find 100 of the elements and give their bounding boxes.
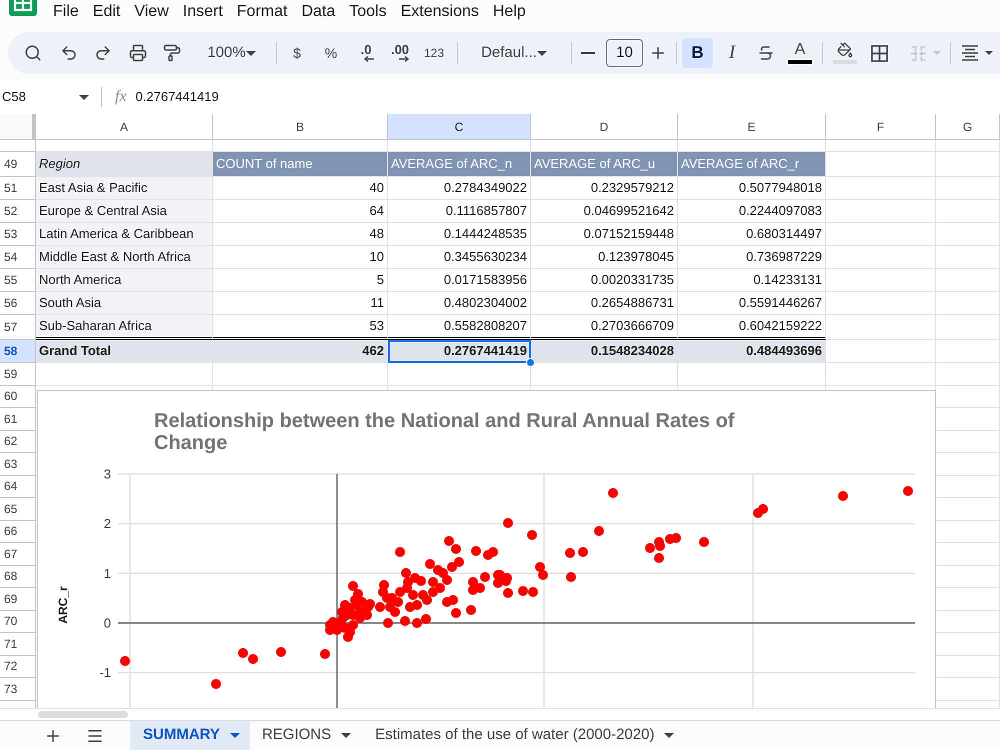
axis-tick-label: 1 [104, 566, 111, 581]
text-color-button[interactable]: A [783, 38, 817, 68]
row-number[interactable]: 71 [0, 633, 36, 656]
table-cell: 0.2244097083 [678, 200, 826, 223]
row-number[interactable]: 69 [0, 588, 36, 610]
number-format-button[interactable]: 123 [417, 38, 451, 68]
font-dropdown[interactable]: Defaul... [462, 38, 562, 68]
name-box[interactable]: C58 [0, 84, 96, 110]
currency-format-button[interactable]: $ [280, 38, 314, 68]
redo-icon [94, 44, 112, 62]
row-number[interactable]: 61 [0, 408, 36, 430]
search-icon [24, 44, 42, 62]
spreadsheet-logo-icon[interactable] [9, 0, 37, 16]
table-cell: 0.2654886731 [531, 292, 678, 315]
table-cell: 0.484493696 [678, 340, 826, 363]
row-number[interactable]: 68 [0, 566, 36, 588]
column-header[interactable]: D [531, 114, 678, 140]
table-header-cell: AVERAGE of ARC_r [678, 152, 826, 177]
empty-cell [936, 200, 1000, 223]
menu-item[interactable]: Tools [342, 2, 394, 22]
row-number[interactable]: 67 [0, 543, 36, 566]
row-number[interactable]: 54 [0, 246, 36, 269]
menu-item[interactable]: Edit [86, 2, 128, 22]
sheet-tab[interactable]: REGIONS [250, 721, 364, 750]
table-cell: 0.4802304002 [388, 292, 531, 315]
zoom-dropdown[interactable]: 100% [191, 38, 270, 68]
column-header[interactable]: A [36, 114, 213, 140]
row-number[interactable]: 70 [0, 610, 36, 633]
row-number[interactable]: 57 [0, 315, 36, 340]
empty-cell [936, 363, 1000, 386]
row-header-cell[interactable] [0, 140, 36, 152]
table-cell: 0.07152159448 [531, 223, 678, 246]
row-number[interactable]: 72 [0, 656, 36, 678]
column-header[interactable]: E [678, 114, 826, 140]
row-number[interactable]: 63 [0, 453, 36, 476]
empty-cell [936, 292, 1000, 315]
table-cell: 0.5591446267 [678, 292, 826, 315]
row-number[interactable]: 53 [0, 223, 36, 246]
table-cell: 10 [213, 246, 388, 269]
table-cell: Latin America & Caribbean [36, 223, 213, 246]
empty-cell [936, 140, 1000, 152]
menu-item[interactable]: File [46, 2, 86, 22]
menu-item[interactable]: View [127, 2, 176, 22]
row-number[interactable]: 60 [0, 386, 36, 408]
axis-tick-label: 3 [104, 466, 111, 482]
row-number[interactable]: 58 [0, 340, 36, 363]
sheet-tab[interactable]: Estimates of the use of water (2000-2020) [363, 721, 686, 750]
row-number[interactable]: 59 [0, 363, 36, 386]
percent-format-button[interactable]: % [314, 38, 348, 68]
table-cell: Sub-Saharan Africa [36, 315, 213, 340]
table-cell: 0.1548234028 [531, 340, 678, 363]
arrow-right-icon [399, 56, 409, 62]
empty-cell [936, 315, 1000, 340]
bold-button[interactable]: B [682, 38, 713, 68]
empty-cell [936, 177, 1000, 200]
row-number[interactable]: 65 [0, 498, 36, 520]
row-number[interactable]: 73 [0, 678, 36, 700]
empty-cell [936, 269, 1000, 292]
empty-cell [936, 152, 1000, 177]
paint-roller-icon [163, 44, 181, 62]
row-number[interactable]: 64 [0, 476, 36, 498]
column-header[interactable]: G [936, 114, 1000, 140]
row-number[interactable]: 51 [0, 177, 36, 200]
menu-item[interactable]: Data [294, 2, 342, 22]
row-number[interactable]: 49 [0, 152, 36, 177]
column-header[interactable]: C [388, 114, 531, 140]
axis-title: ARC_r [56, 586, 70, 624]
row-number[interactable]: 62 [0, 430, 36, 453]
menu-item[interactable]: Extensions [394, 2, 486, 22]
formula-input[interactable]: 0.2767441419 [136, 84, 1000, 110]
menu-item[interactable]: Help [486, 2, 533, 22]
sheet-tab[interactable]: SUMMARY [130, 721, 250, 750]
table-cell: 0.2329579212 [531, 177, 678, 200]
empty-cell [936, 246, 1000, 269]
table-cell: 0.0171583956 [388, 269, 531, 292]
chart-title: Relationship between the National and Rural Annual Rates of Change [154, 410, 736, 454]
italic-button[interactable]: I [715, 38, 749, 68]
table-cell: 0.2703666709 [531, 315, 678, 340]
align-icon [961, 45, 979, 61]
row-number[interactable]: 55 [0, 269, 36, 292]
table-header-cell: AVERAGE of ARC_u [531, 152, 678, 177]
fill-handle-icon[interactable] [526, 358, 535, 367]
caret-icon [536, 50, 547, 56]
caret-icon [664, 733, 674, 738]
borders-icon [870, 44, 888, 62]
column-header[interactable]: F [826, 114, 936, 140]
row-number[interactable]: 66 [0, 520, 36, 543]
row-number[interactable]: 56 [0, 292, 36, 315]
menu-item[interactable]: Format [230, 2, 294, 22]
menu-item[interactable]: Insert [176, 2, 230, 22]
caret-icon [79, 94, 89, 100]
row-number[interactable]: 52 [0, 200, 36, 223]
scrollbar-thumb[interactable] [38, 711, 128, 718]
color-swatch-icon [788, 60, 812, 64]
decrease-decimal-button[interactable]: .0 [349, 38, 383, 68]
column-header[interactable]: B [213, 114, 388, 140]
table-cell: 0.680314497 [678, 223, 826, 246]
font-size-field[interactable]: 10 [606, 39, 643, 67]
increase-decimal-button[interactable]: .00 [383, 38, 417, 68]
table-cell: 0.3455630234 [388, 246, 531, 269]
